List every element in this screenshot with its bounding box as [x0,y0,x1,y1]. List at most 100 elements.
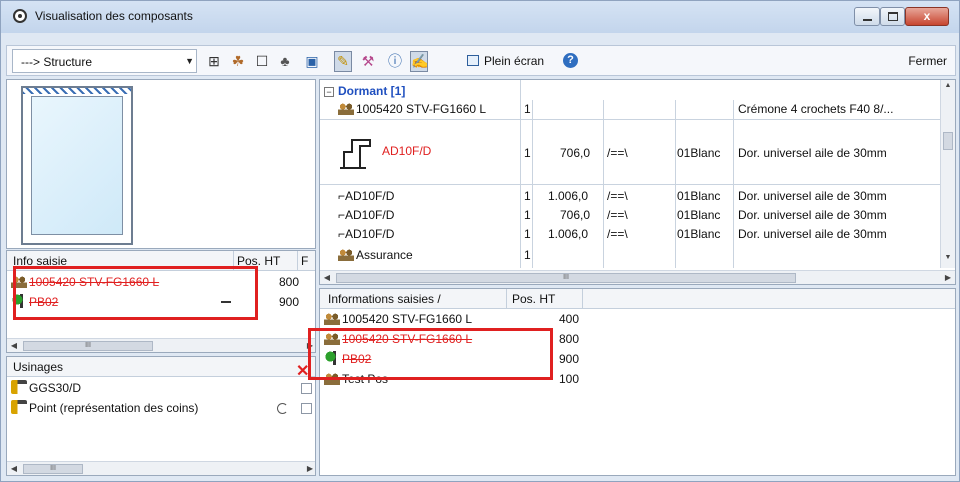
people-icon [338,101,354,115]
scroll-thumb[interactable]: III [23,464,83,474]
row-qty: 1 [524,146,531,160]
toolbar: ---> Structure ▼ ⊞ ☘ ☐ ♣ ▣ ✎ ⚒ ⓘ ✍ Plein… [6,45,956,76]
col-divider [582,289,583,309]
row-label: AD10F/D [345,227,395,241]
checkbox[interactable] [301,383,312,394]
col-divider [506,289,507,309]
row-divider [320,119,940,120]
close-button[interactable]: x [905,7,949,26]
scroll-thumb[interactable]: III [336,273,796,283]
list-item[interactable]: GGS30/D [11,378,312,398]
row-desc: Dor. universel aile de 30mm [738,227,887,241]
scroll-up-icon[interactable]: ▲ [941,82,955,94]
table-row[interactable]: 1005420 STV-FG1660 L [338,100,486,118]
table-row[interactable]: Assurance [338,246,413,264]
row-label: AD10F/D [382,144,432,159]
annotation-box-right [308,328,553,380]
align-icon[interactable]: ⊞ [205,52,223,70]
usinages-title: Usinages [13,360,64,374]
row-qty: 1 [524,227,531,241]
plein-ecran-label: Plein écran [484,54,545,68]
horizontal-scrollbar[interactable]: ◀ III ▶ [7,461,315,475]
scroll-right-icon[interactable]: ▶ [303,462,315,475]
row-dim: 706,0 [560,208,591,222]
close-icon: x [923,9,931,23]
profile-icon: ⌐ [338,208,346,222]
row-color: 01Blanc [677,189,721,203]
usinages-pane: Usinages GGS30/D Point (représentation d… [6,356,316,476]
list-item[interactable]: Point (représentation des coins) [11,398,312,418]
row-label: AD10F/D [345,208,395,222]
row-desc: Crémone 4 crochets F40 8/... [738,102,894,116]
informations-saisies-pane: Informations saisies / Pos. HT 1005420 S… [319,288,956,476]
table-row[interactable]: ⌐AD10F/D [338,206,394,224]
square-icon[interactable]: ☐ [253,52,271,70]
row-color: 01Blanc [677,227,721,241]
row-dim: 1.006,0 [548,227,589,241]
drill-icon [11,400,27,414]
col-pos-ht[interactable]: Pos. HT [512,289,555,309]
screen-icon[interactable]: ▣ [303,52,321,70]
informations-saisies-header: Informations saisies / Pos. HT [320,289,955,309]
scroll-thumb[interactable]: III [23,341,153,351]
profile-icon [340,139,371,169]
component-viewer-window: Visualisation des composants x ---> Stru… [0,0,960,482]
item-label: GGS30/D [29,381,82,395]
group-row[interactable]: − Dormant [1] [324,82,405,100]
chevron-down-icon: ▼ [185,56,194,66]
maximize-button[interactable] [880,7,905,26]
row-qty: 1 [524,248,531,262]
col-informations-saisies[interactable]: Informations saisies / [328,289,441,309]
item-label: 1005420 STV-FG1660 L [342,312,473,326]
fermer-button[interactable]: Fermer [908,54,947,68]
collapse-icon[interactable]: − [324,87,334,97]
scroll-right-icon[interactable]: ▶ [941,271,955,284]
item-pos: 900 [559,352,580,366]
row-desc: Dor. universel aile de 30mm [738,208,887,222]
row-sym: /==\ [607,146,628,160]
col-f[interactable]: F [301,251,308,271]
row-qty: 1 [524,189,531,203]
drill-icon[interactable]: ✎ [334,51,352,72]
window-frame-drawing [21,86,133,245]
scroll-left-icon[interactable]: ◀ [320,271,334,284]
row-sym: /==\ [607,189,628,203]
people-icon [338,247,354,261]
paint-icon[interactable]: ✍ [410,51,428,72]
table-row[interactable]: AD10F/D [338,132,431,176]
row-sym: /==\ [607,227,628,241]
vertical-scrollbar[interactable]: ▲ ▼ [940,80,955,268]
group-icon[interactable]: ♣ [276,52,294,70]
structure-select-value: ---> Structure [21,55,93,69]
horizontal-scrollbar[interactable]: ◀ III ▶ [320,270,955,284]
scroll-left-icon[interactable]: ◀ [7,462,21,475]
maximize-icon [888,12,898,21]
table-row[interactable]: ⌐AD10F/D [338,225,394,243]
table-row[interactable]: ⌐AD10F/D [338,187,394,205]
scroll-thumb[interactable] [943,132,953,150]
people-icon[interactable]: ☘ [229,52,247,70]
minimize-button[interactable] [854,7,880,26]
item-pos: 400 [559,312,580,326]
refresh-icon [277,403,288,414]
people-icon [324,311,340,325]
window-title: Visualisation des composants [35,9,193,23]
fullscreen-icon [467,55,479,66]
scroll-left-icon[interactable]: ◀ [7,339,21,352]
row-qty: 1 [524,208,531,222]
structure-select[interactable]: ---> Structure ▼ [12,49,197,73]
row-desc: Dor. universel aile de 30mm [738,146,887,160]
item-pos: 900 [279,295,300,309]
info-icon[interactable]: ⓘ [386,52,404,70]
plein-ecran-button[interactable]: Plein écran [467,51,544,71]
horizontal-scrollbar[interactable]: ◀ III ▶ [7,338,315,352]
checkbox[interactable] [301,403,312,414]
scroll-down-icon[interactable]: ▼ [941,254,955,266]
close-icon: ✕ [296,363,310,380]
preview-pane [6,79,316,249]
tool-icon[interactable]: ⚒ [359,52,377,70]
help-icon[interactable]: ? [563,53,578,68]
list-item[interactable]: 1005420 STV-FG1660 L 400 [324,309,604,329]
item-label: Point (représentation des coins) [29,401,199,415]
item-pos: 100 [559,372,580,386]
